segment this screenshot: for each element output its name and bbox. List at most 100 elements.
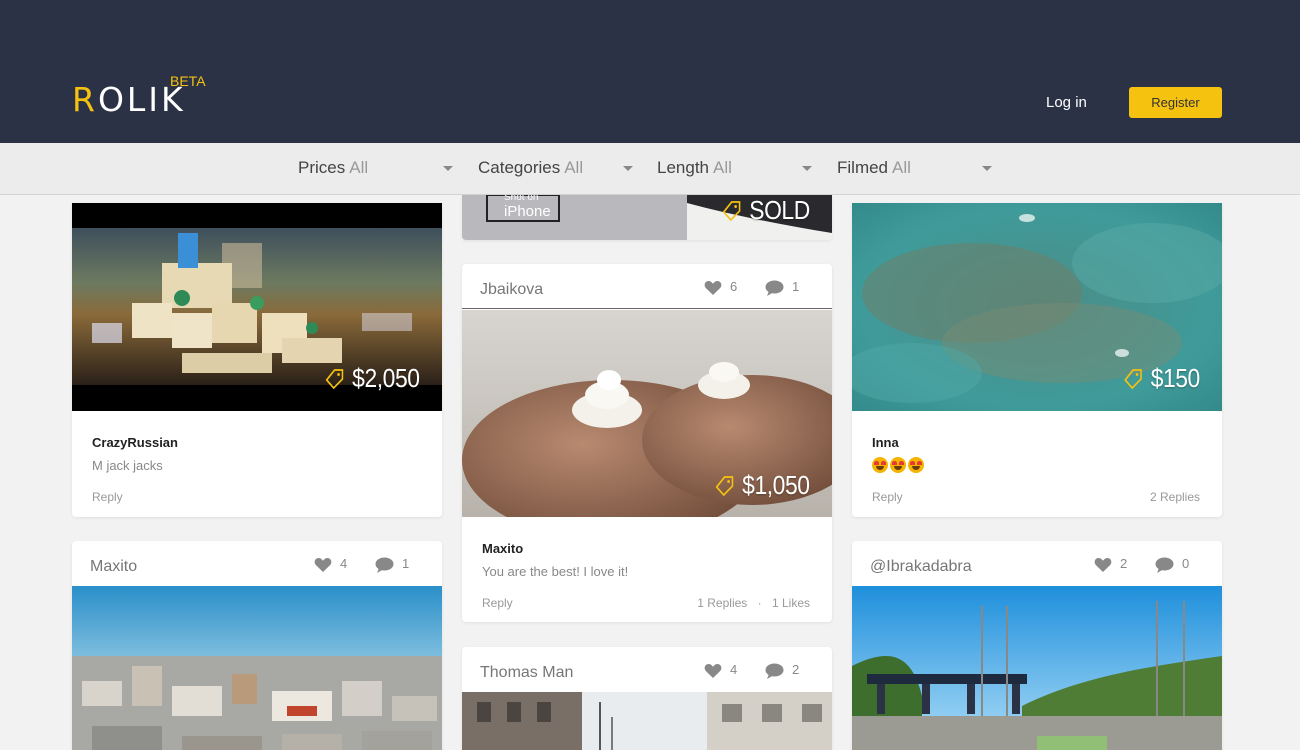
- card-username[interactable]: Thomas Man: [480, 664, 573, 682]
- comment-text: M jack jacks: [92, 458, 163, 473]
- watermark-iphone: iPhone: [504, 203, 551, 220]
- comment-likes-link[interactable]: 1 Likes: [772, 596, 810, 610]
- likes-stat[interactable]: 4: [704, 662, 737, 679]
- video-thumbnail[interactable]: [852, 586, 1222, 750]
- reply-link[interactable]: Reply: [872, 490, 903, 504]
- heart-icon: [704, 663, 722, 678]
- tag-icon: [716, 475, 734, 496]
- beta-label: BETA: [170, 73, 206, 89]
- likes-count: 4: [340, 556, 348, 571]
- prices-filter[interactable]: Prices All: [298, 158, 454, 180]
- video-thumbnail[interactable]: [72, 586, 442, 750]
- comment-text: You are the best! I love it!: [482, 564, 629, 579]
- categories-filter-value: All: [564, 158, 584, 177]
- heart-eyes-emoji-icon: [872, 457, 888, 473]
- city-skyline-image: [72, 586, 442, 750]
- replies-count-link[interactable]: 1 Replies: [697, 596, 747, 610]
- card-header: Jbaikova 6 1: [462, 264, 832, 309]
- heart-icon: [704, 280, 722, 295]
- tag-icon: [723, 200, 741, 221]
- sold-label: SOLD: [749, 195, 810, 225]
- tag-icon: [1124, 368, 1142, 389]
- comment-bubble-icon: [765, 280, 784, 296]
- price-value: $1,050: [742, 470, 811, 500]
- comment-meta: 1 Replies · 1 Likes: [697, 596, 810, 610]
- comment-bubble-icon: [765, 663, 784, 679]
- chevron-down-icon: [982, 166, 992, 171]
- filter-bar: Prices All Categories All Length All Filmed…: [0, 143, 1300, 195]
- meta-separator: ·: [757, 596, 762, 610]
- likes-count: 2: [1120, 556, 1128, 571]
- card-header: @Ibrakadabra 2 0: [852, 541, 1222, 586]
- sold-tag: SOLD: [723, 195, 810, 226]
- street-buildings-image: [462, 692, 832, 750]
- video-thumbnail[interactable]: $150: [852, 203, 1222, 411]
- heart-eyes-emoji-icon: [908, 457, 924, 473]
- chevron-down-icon: [443, 166, 453, 171]
- video-card[interactable]: Jbaikova 6 1 $1,050 Maxito You are the b…: [462, 264, 832, 622]
- comments-stat[interactable]: 0: [1155, 556, 1189, 573]
- price-tag: $150: [1124, 363, 1200, 394]
- likes-count: 4: [730, 662, 738, 677]
- top-header: ROLIK BETA Log in Register: [0, 0, 1300, 143]
- login-link[interactable]: Log in: [1046, 94, 1087, 111]
- categories-filter[interactable]: Categories All: [478, 158, 634, 180]
- filmed-filter-label: Filmed: [837, 158, 889, 177]
- card-header: Maxito 4 1: [72, 541, 442, 586]
- likes-stat[interactable]: 2: [1094, 556, 1127, 573]
- comments-stat[interactable]: 2: [765, 662, 799, 679]
- chevron-down-icon: [623, 166, 633, 171]
- likes-stat[interactable]: 6: [704, 279, 737, 296]
- price-value: $2,050: [352, 363, 421, 393]
- video-card[interactable]: Maxito 4 1: [72, 541, 442, 750]
- comment-bubble-icon: [375, 557, 394, 573]
- length-filter[interactable]: Length All: [657, 158, 813, 180]
- video-card[interactable]: Thomas Man 4 2: [462, 647, 832, 750]
- prices-filter-label: Prices: [298, 158, 346, 177]
- card-username[interactable]: @Ibrakadabra: [870, 558, 972, 576]
- comments-count: 0: [1182, 556, 1190, 571]
- card-username[interactable]: Jbaikova: [480, 281, 543, 299]
- comments-count: 1: [792, 279, 800, 294]
- comments-stat[interactable]: 1: [765, 279, 799, 296]
- filmed-filter[interactable]: Filmed All: [837, 158, 993, 180]
- likes-stat[interactable]: 4: [314, 556, 347, 573]
- video-card[interactable]: $150 Inna Reply 2 Replies: [852, 203, 1222, 517]
- price-value: $150: [1150, 363, 1201, 393]
- heart-eyes-emoji-icon: [890, 457, 906, 473]
- comments-count: 2: [792, 662, 800, 677]
- card-username[interactable]: Maxito: [90, 558, 137, 576]
- comment-username[interactable]: Inna: [872, 435, 899, 450]
- border-gate-image: [852, 586, 1222, 750]
- prices-filter-value: All: [349, 158, 369, 177]
- card-header: Thomas Man 4 2: [462, 647, 832, 692]
- video-thumbnail[interactable]: $2,050: [72, 203, 442, 411]
- reply-link[interactable]: Reply: [92, 490, 123, 504]
- comment-emoji-row: [872, 457, 926, 476]
- video-card[interactable]: $2,050 CrazyRussian M jack jacks Reply: [72, 203, 442, 517]
- watermark-shot-on: Shot on: [504, 195, 539, 203]
- video-card[interactable]: Shot on iPhone SOLD: [462, 195, 832, 240]
- length-filter-value: All: [713, 158, 732, 177]
- video-thumbnail[interactable]: $1,050: [462, 310, 832, 517]
- heart-icon: [314, 557, 332, 572]
- length-filter-label: Length: [657, 158, 709, 177]
- video-card[interactable]: @Ibrakadabra 2 0: [852, 541, 1222, 750]
- logo-first-letter: R: [72, 80, 98, 119]
- price-tag: $2,050: [326, 363, 420, 394]
- comments-stat[interactable]: 1: [375, 556, 409, 573]
- replies-count-link[interactable]: 2 Replies: [1150, 490, 1200, 504]
- comment-username[interactable]: CrazyRussian: [92, 435, 178, 450]
- video-thumbnail[interactable]: Shot on iPhone SOLD: [462, 195, 832, 240]
- likes-count: 6: [730, 279, 738, 294]
- chevron-down-icon: [802, 166, 812, 171]
- categories-filter-label: Categories: [478, 158, 561, 177]
- filmed-filter-value: All: [892, 158, 911, 177]
- comment-username[interactable]: Maxito: [482, 541, 523, 556]
- comment-bubble-icon: [1155, 557, 1174, 573]
- tag-icon: [326, 368, 344, 389]
- reply-link[interactable]: Reply: [482, 596, 513, 610]
- video-thumbnail[interactable]: [462, 692, 832, 750]
- register-button[interactable]: Register: [1129, 87, 1222, 118]
- rolik-logo[interactable]: ROLIK: [72, 80, 186, 119]
